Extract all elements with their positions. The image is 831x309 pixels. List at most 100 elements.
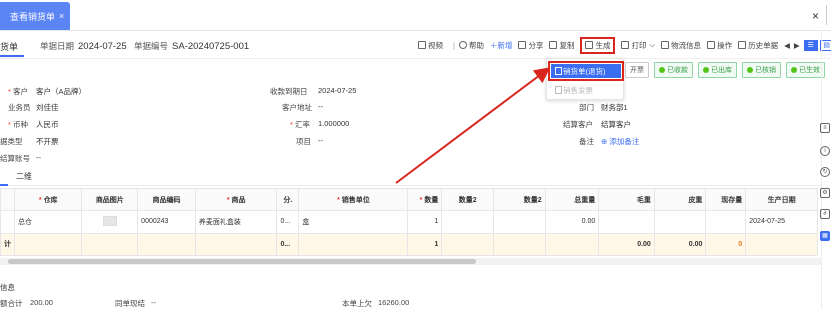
debt-value: 16260.00 [378,298,410,307]
cell-gross[interactable] [598,210,655,234]
settle-account-value[interactable]: -- [36,153,41,162]
history-button[interactable]: 历史单据 [738,40,778,51]
operation-icon [707,41,716,49]
menu-item-sales-invoice[interactable]: 销售发票 [551,83,621,97]
print-button[interactable]: 打印 ⌵ [621,40,655,51]
cell-product[interactable]: 养麦面礼盒装 [194,210,278,234]
currency-value[interactable]: 人民币 [36,119,59,130]
col-stock[interactable]: 现存量 [705,187,747,212]
share-icon [518,41,527,49]
effective-badge: 已生效 [786,62,825,78]
address-label: 客户地址 [282,103,312,112]
col-qty[interactable]: * 数量 [407,187,443,212]
share-label: 分享 [528,40,544,50]
rate-value[interactable]: 1.000000 [318,119,349,128]
grid-icon[interactable]: ▦ [820,231,830,241]
tab-bar: 查看销货单 × × [0,0,831,31]
col-tare[interactable]: 皮重 [653,187,707,212]
col-category[interactable]: 分. [276,187,300,212]
col-unit[interactable]: * 销售单位 [298,187,409,212]
customer-label: * 客户 [8,87,29,96]
settle-customer-value[interactable]: 结算客户 [601,119,631,130]
close-icon[interactable]: × [59,11,64,21]
doc-icon[interactable]: ≡ [820,123,830,133]
salesman-value[interactable]: 刘佳佳 [36,102,59,113]
customer-value[interactable]: 客户（A品牌） [36,86,86,97]
cell-qty2[interactable] [492,210,546,234]
video-button[interactable]: 视频 [418,40,443,51]
cell-warehouse[interactable]: 总仓 [13,210,83,234]
doc-type-label: 据类型 [0,137,23,146]
check-icon [703,67,709,73]
product-thumbnail [102,215,117,226]
add-note-link[interactable]: ⊕ 添加备注 [601,136,639,147]
logistics-button[interactable]: 物流信息 [661,40,701,51]
prev-arrow-icon[interactable]: ◀ [784,41,790,50]
operation-button[interactable]: 操作 [707,40,732,51]
check-icon [659,67,665,73]
window-close-icon[interactable]: × [812,9,819,23]
col-warehouse[interactable]: * 仓库 [13,187,83,212]
invoice-badge: 开票 [625,62,649,78]
list-view-icon[interactable]: ☰ [803,39,818,51]
cell-tare[interactable] [653,210,707,234]
tab-label: 查看销货单 [10,11,56,22]
col-product[interactable]: * 商品 [194,187,278,212]
cell-stock[interactable] [705,210,747,234]
cell-qty[interactable]: 1 [407,210,443,234]
total-value: 200.00 [30,298,53,307]
doc-type-value[interactable]: 不开票 [36,136,59,147]
help-button[interactable]: 帮助 [458,40,484,51]
col-gross[interactable]: 毛重 [598,187,655,212]
doc-date-value: 2024-07-25 [78,41,127,52]
project-value[interactable]: -- [318,136,323,145]
share-button[interactable]: 分享 [518,40,543,51]
link-icon[interactable]: ∂ [820,209,830,219]
cell-code[interactable]: 0000243 [137,210,196,234]
generate-label: 生成 [595,40,611,50]
settings-icon[interactable]: ⚙ [820,188,830,198]
rate-label: * 汇率 [290,120,311,129]
col-total-weight[interactable]: 总重量 [544,187,600,212]
history-label: 历史单据 [748,40,779,50]
cell-prod-date[interactable]: 2024-07-25 [745,210,818,234]
col-image[interactable]: 商品图片 [81,187,139,212]
horizontal-scrollbar[interactable] [8,259,476,264]
sync-label: 同单现结 [115,299,145,308]
generate-icon [585,41,594,49]
col-code[interactable]: 商品编码 [137,187,196,212]
next-arrow-icon[interactable]: ▶ [794,41,800,50]
toolbar: 视频 | 帮助 ＋新增 分享 复制 生成 打印 ⌵ 物流信息 操作 历史单据 ◀ … [418,36,831,54]
history-icon [738,41,747,49]
tab-2d[interactable]: 二维 [16,171,32,182]
menu-item-sales-return[interactable]: 销货单(退货) [548,61,624,81]
items-table: * 仓库 商品图片 商品编码 * 商品 分. * 销售单位 * 数量 数量2 数… [0,187,818,257]
refresh-icon[interactable]: ↻ [820,167,830,177]
settle-account-label: 结算账号 [0,154,30,163]
cell-category[interactable]: 0... [276,210,300,234]
due-date-label: 收款到期日 [270,87,308,96]
cell-total-weight[interactable]: 0.00 [544,210,600,234]
generate-button[interactable]: 生成 [580,36,616,54]
col-qty2[interactable]: 数量2 [492,187,546,212]
col-prod-date[interactable]: 生产日期 [745,187,818,212]
dept-value[interactable]: 财务部1 [601,102,628,113]
cell-qty-unit2[interactable] [441,210,494,234]
table-row[interactable]: 总仓 0000243 养麦面礼盒装 0... 盒 1 0.00 2024-07-… [0,210,818,234]
doc-number-label: 单据编号 [134,41,169,51]
sum-unit: 0... [276,232,300,257]
new-button[interactable]: ＋新增 [490,40,513,51]
copy-button[interactable]: 复制 [549,40,574,51]
info-icon[interactable]: i [820,146,830,156]
active-tab-indicator [0,184,8,186]
page-title: 货单 [0,42,19,52]
due-date-value[interactable]: 2024-07-25 [318,86,356,95]
cell-unit[interactable]: 盒 [298,210,409,234]
project-label: 项目 [296,137,311,146]
doc-date: 单据日期 2024-07-25 [40,40,127,52]
tab-view-sales-order[interactable]: 查看销货单 × [0,2,70,30]
sum-tare: 0.00 [653,232,707,257]
check-icon [747,67,753,73]
address-value[interactable]: -- [318,102,323,111]
col-qty-unit2[interactable]: 数量2 [441,187,494,212]
